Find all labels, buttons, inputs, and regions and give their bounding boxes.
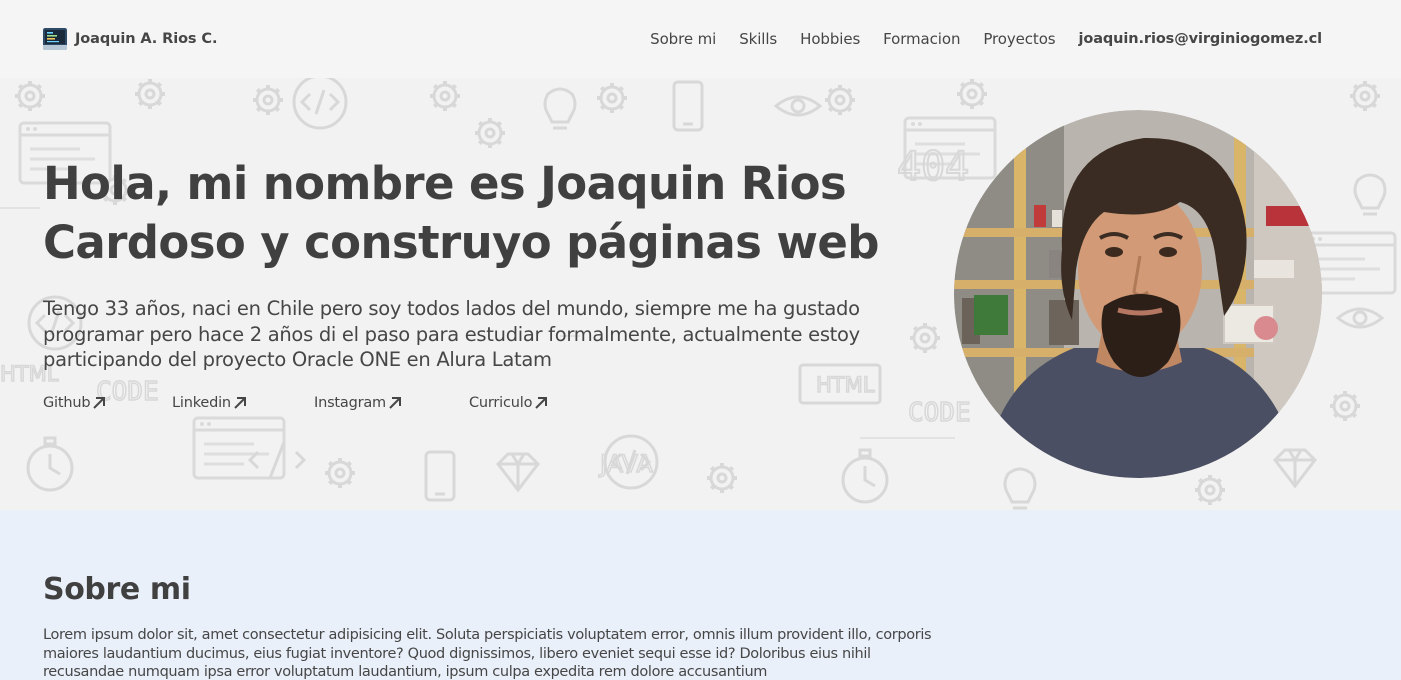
social-links: Github Linkedin Instagram Curriculo xyxy=(43,395,548,411)
github-link[interactable]: Github xyxy=(43,395,172,411)
svg-text:JAVA: JAVA xyxy=(598,450,653,478)
svg-text:CODE: CODE xyxy=(908,398,971,428)
svg-text:HTML: HTML xyxy=(816,373,875,397)
github-link-label: Github xyxy=(43,395,91,411)
instagram-link-label: Instagram xyxy=(314,395,386,411)
nav-email-link[interactable]: joaquin.rios@virginiogomez.cl xyxy=(1078,31,1322,47)
hero-title: Hola, mi nombre es Joaquin Rios Cardoso … xyxy=(43,157,880,269)
linkedin-link-label: Linkedin xyxy=(172,395,231,411)
instagram-link[interactable]: Instagram xyxy=(314,395,469,411)
site-header: Joaquin A. Rios C. Sobre mi Skills Hobbi… xyxy=(0,0,1401,78)
arrow-up-right-icon xyxy=(93,397,106,409)
nav-item-hobbies[interactable]: Hobbies xyxy=(800,30,860,48)
arrow-up-right-icon xyxy=(535,397,548,409)
laptop-code-logo-icon xyxy=(43,28,67,50)
profile-photo xyxy=(954,110,1322,478)
nav-item-formacion[interactable]: Formacion xyxy=(883,30,960,48)
hero-intro-text: Tengo 33 años, naci en Chile pero soy to… xyxy=(43,297,860,371)
about-title: Sobre mi xyxy=(43,572,191,607)
nav-item-sobre-mi[interactable]: Sobre mi xyxy=(650,30,716,48)
nav-item-skills[interactable]: Skills xyxy=(739,30,777,48)
curriculo-link-label: Curriculo xyxy=(469,395,533,411)
hero-section: 404 HTML CODE CODE HTML JAVA Hola, mi no… xyxy=(0,78,1401,510)
main-nav: Sobre mi Skills Hobbies Formacion Proyec… xyxy=(650,30,1322,48)
arrow-up-right-icon xyxy=(389,397,401,409)
about-text: Lorem ipsum dolor sit, amet consectetur … xyxy=(43,627,932,680)
arrow-up-right-icon xyxy=(234,397,246,409)
curriculo-link[interactable]: Curriculo xyxy=(469,395,548,411)
linkedin-link[interactable]: Linkedin xyxy=(172,395,314,411)
nav-item-proyectos[interactable]: Proyectos xyxy=(983,30,1055,48)
about-section: Sobre mi Lorem ipsum dolor sit, amet con… xyxy=(0,510,1401,680)
brand-link[interactable]: Joaquin A. Rios C. xyxy=(43,28,217,50)
brand-name: Joaquin A. Rios C. xyxy=(75,31,218,47)
